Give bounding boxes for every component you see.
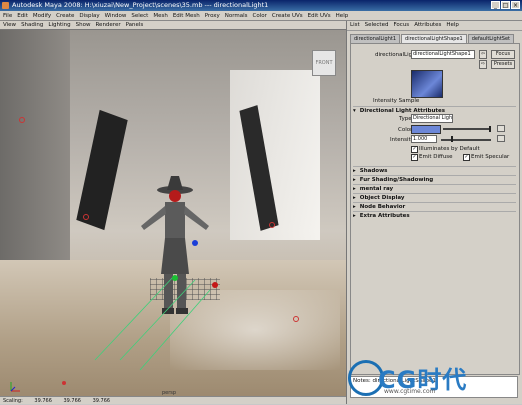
attribute-editor-menu: List Selected Focus Attributes Help: [347, 21, 522, 31]
window-controls: _ □ ×: [491, 1, 520, 9]
menu-mesh[interactable]: Mesh: [153, 11, 167, 20]
window-title: Autodesk Maya 2008: H:\xiuzai\New_Projec…: [12, 1, 269, 9]
illuminates-by-default-label: Illuminates by Default: [419, 146, 480, 152]
section-shadows[interactable]: Shadows: [353, 166, 516, 175]
node-arrow-out-icon[interactable]: ⇨: [479, 60, 487, 69]
intensity-slider-track[interactable]: [441, 139, 491, 141]
light-manipulators: [19, 117, 299, 385]
menu-file[interactable]: File: [3, 11, 12, 20]
panel-menu-lighting[interactable]: Lighting: [48, 21, 70, 29]
color-slider-knob[interactable]: [489, 126, 491, 132]
section-fur-shading[interactable]: Fur Shading/Shadowing: [353, 175, 516, 184]
maya-app-icon: [2, 2, 9, 9]
panel-menu-view[interactable]: View: [3, 21, 16, 29]
section-node-behavior[interactable]: Node Behavior: [353, 202, 516, 211]
scaling-value-x: 39.766: [34, 398, 52, 404]
intensity-sample-swatch: [411, 70, 443, 98]
presets-button[interactable]: Presets: [491, 60, 515, 69]
panel-menu-shading[interactable]: Shading: [21, 21, 43, 29]
scaling-label: Scaling:: [3, 398, 23, 404]
menu-edit-mesh[interactable]: Edit Mesh: [173, 11, 200, 20]
section-object-display[interactable]: Object Display: [353, 193, 516, 202]
section-extra-attributes[interactable]: Extra Attributes: [353, 211, 516, 220]
emit-specular-label: Emit Specular: [471, 154, 510, 160]
menu-edit[interactable]: Edit: [17, 11, 28, 20]
node-arrow-in-icon[interactable]: ⇦: [479, 50, 487, 59]
minimize-button[interactable]: _: [491, 1, 500, 9]
panel-menu-panels[interactable]: Panels: [126, 21, 144, 29]
menu-color[interactable]: Color: [253, 11, 267, 20]
menu-edit-uvs[interactable]: Edit UVs: [308, 11, 331, 20]
intensity-slider-knob[interactable]: [451, 136, 453, 142]
watermark: CG时代 www.cgtime.com: [340, 356, 520, 402]
watermark-site: www.cgtime.com: [384, 388, 436, 395]
light-color-swatch[interactable]: [411, 125, 441, 134]
menu-create-uvs[interactable]: Create UVs: [272, 11, 303, 20]
menu-proxy[interactable]: Proxy: [205, 11, 220, 20]
ae-body: directionalLight: directionalLightShape1…: [350, 43, 520, 375]
viewport-status-bar: Scaling: 39.766 39.766 39.766: [0, 396, 346, 404]
ae-menu-focus[interactable]: Focus: [393, 21, 409, 30]
3d-viewport[interactable]: FRONT persp: [0, 30, 346, 396]
ae-menu-list[interactable]: List: [350, 21, 360, 30]
section-mental-ray[interactable]: mental ray: [353, 184, 516, 193]
node-name-field[interactable]: directionalLightShape1: [411, 50, 475, 59]
illuminates-by-default-checkbox[interactable]: ✓: [411, 146, 418, 153]
scaling-value-z: 39.766: [92, 398, 111, 404]
ae-menu-help[interactable]: Help: [446, 21, 459, 30]
menu-window[interactable]: Window: [105, 11, 127, 20]
color-map-button[interactable]: [497, 125, 505, 132]
main-menu-bar: File Edit Modify Create Display Window S…: [0, 11, 522, 21]
menu-normals[interactable]: Normals: [225, 11, 248, 20]
panel-menu-bar: View Shading Lighting Show Renderer Pane…: [0, 21, 346, 30]
type-label: Type: [399, 116, 412, 122]
maximize-button[interactable]: □: [501, 1, 510, 9]
scaling-value-y: 39.766: [63, 398, 81, 404]
menu-select[interactable]: Select: [131, 11, 148, 20]
emit-diffuse-label: Emit Diffuse: [419, 154, 453, 160]
intensity-field[interactable]: 1.000: [411, 135, 437, 143]
menu-modify[interactable]: Modify: [33, 11, 51, 20]
attribute-editor: List Selected Focus Attributes Help dire…: [346, 21, 522, 404]
emit-diffuse-checkbox[interactable]: ✓: [411, 154, 418, 161]
focus-button[interactable]: Focus: [491, 50, 515, 59]
menu-display[interactable]: Display: [79, 11, 99, 20]
ae-menu-attributes[interactable]: Attributes: [414, 21, 441, 30]
panel-menu-show[interactable]: Show: [76, 21, 91, 29]
close-button[interactable]: ×: [511, 1, 520, 9]
title-bar: Autodesk Maya 2008: H:\xiuzai\New_Projec…: [0, 0, 522, 11]
menu-help[interactable]: Help: [336, 11, 349, 20]
ae-menu-selected[interactable]: Selected: [365, 21, 389, 30]
panel-menu-renderer[interactable]: Renderer: [95, 21, 120, 29]
viewport-panel: View Shading Lighting Show Renderer Pane…: [0, 21, 346, 404]
intensity-map-button[interactable]: [497, 135, 505, 142]
intensity-sample-label: Intensity Sample: [373, 98, 420, 104]
view-axis-indicator: [10, 382, 20, 392]
light-type-select[interactable]: Directional Light: [411, 114, 453, 123]
menu-create[interactable]: Create: [56, 11, 74, 20]
emit-specular-checkbox[interactable]: ✓: [463, 154, 470, 161]
color-slider-track[interactable]: [443, 128, 491, 130]
